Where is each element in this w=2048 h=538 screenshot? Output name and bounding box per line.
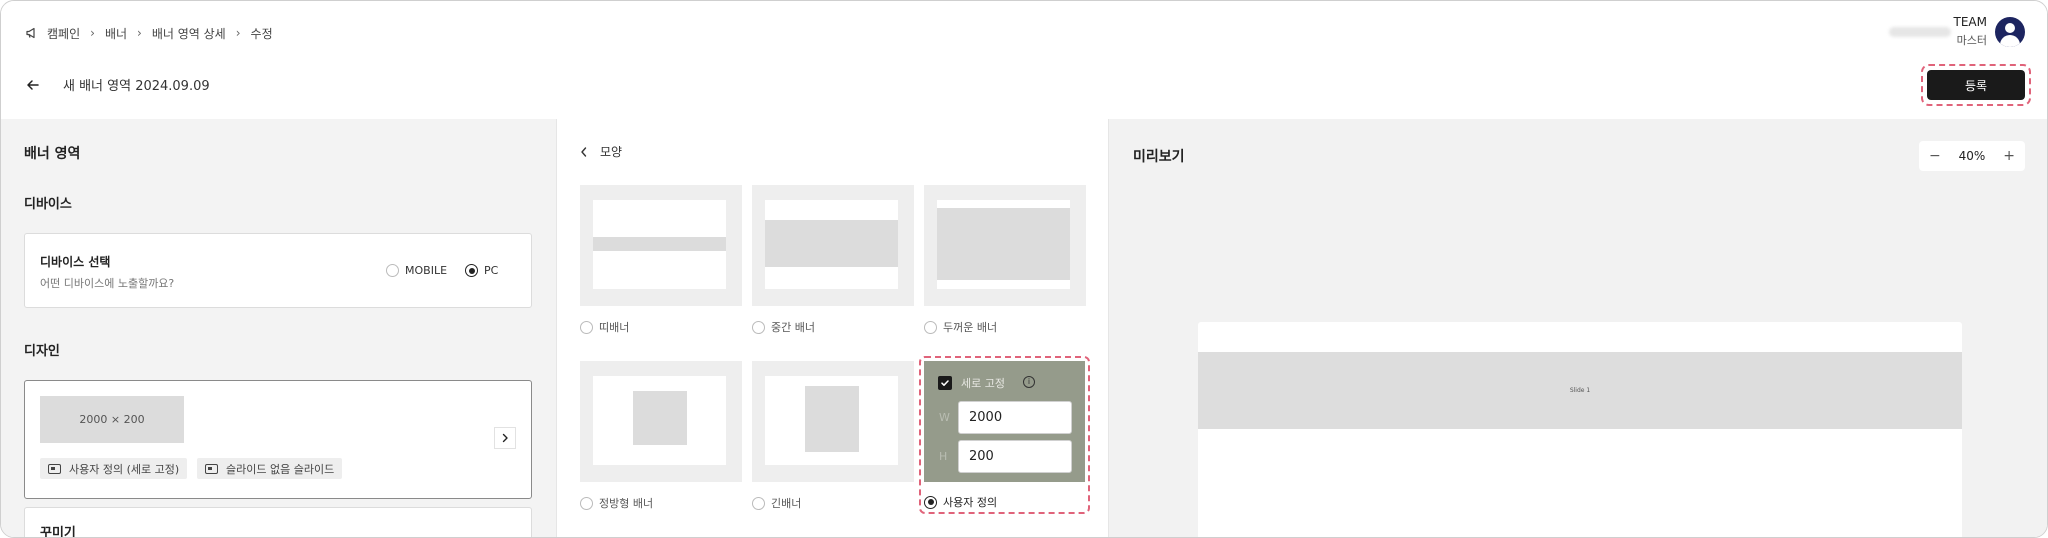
zoom-control: − 40% + — [1919, 141, 2025, 171]
preview-panel: 미리보기 − 40% + Slide 1 — [1109, 119, 2047, 537]
tag-custom-size: 사용자 정의 (세로 고정) — [40, 458, 188, 479]
banner-area-panel: 배너 영역 디바이스 디바이스 선택 어떤 디바이스에 노출할까요? MOBIL… — [1, 119, 556, 538]
chevron-right-icon[interactable] — [494, 427, 516, 449]
device-heading: 디바이스 — [24, 197, 72, 212]
header: 캠페인 › 배너 › 배너 영역 상세 › 수정 새 배너 영역 2024.09… — [1, 1, 2047, 119]
info-icon[interactable]: i — [1023, 376, 1035, 388]
preview-title: 미리보기 — [1133, 149, 1185, 165]
shape-option-thick-banner[interactable]: 두꺼운 배너 — [924, 319, 997, 335]
radio-pc-label: PC — [484, 264, 499, 277]
user-menu[interactable]: TEAM 마스터 — [1888, 15, 2025, 48]
device-card-description: 어떤 디바이스에 노출할까요? — [40, 277, 175, 290]
fixed-height-checkbox[interactable] — [938, 376, 952, 390]
shape-medium-banner[interactable] — [752, 185, 914, 306]
shape-thick-banner[interactable] — [924, 185, 1086, 306]
radio-dot — [924, 320, 937, 334]
tag-slide: 슬라이드 없음 슬라이드 — [197, 458, 343, 479]
radio-dot — [580, 496, 593, 510]
shape-strip-banner[interactable] — [580, 185, 742, 306]
shape-label: 두꺼운 배너 — [943, 321, 998, 334]
shape-option-square-banner[interactable]: 정방형 배너 — [580, 495, 653, 511]
height-label: H — [939, 450, 948, 463]
chevron-right-icon: › — [235, 26, 241, 40]
radio-dot — [752, 320, 765, 334]
shape-heading: 모양 — [600, 145, 623, 159]
breadcrumb: 캠페인 › 배너 › 배너 영역 상세 › 수정 — [25, 23, 273, 43]
tag-label: 슬라이드 없음 슬라이드 — [226, 462, 335, 476]
decor-card[interactable]: 꾸미기 — [24, 507, 532, 538]
role-label: 마스터 — [1956, 34, 1987, 47]
design-heading: 디자인 — [24, 344, 60, 359]
shape-square-banner[interactable] — [580, 361, 742, 482]
shape-label: 긴배너 — [771, 497, 802, 510]
breadcrumb-item-edit: 수정 — [250, 26, 273, 41]
zoom-out-icon[interactable]: − — [1929, 148, 1941, 164]
megaphone-icon — [25, 26, 39, 40]
fixed-height-label: 세로 고정 — [961, 377, 1005, 390]
design-preview-thumbnail: 2000 × 200 — [40, 396, 184, 443]
shape-label: 중간 배너 — [771, 321, 815, 334]
chevron-right-icon: › — [90, 26, 95, 40]
radio-dot — [386, 264, 399, 277]
zoom-in-icon[interactable]: + — [2003, 148, 2015, 164]
shape-label: 정방형 배너 — [599, 497, 654, 510]
avatar[interactable] — [1995, 16, 2025, 47]
shape-label: 띠배너 — [599, 321, 630, 334]
team-label: TEAM — [1953, 15, 1987, 29]
chevron-right-icon: › — [137, 26, 142, 40]
section-title: 배너 영역 — [24, 146, 81, 162]
breadcrumb-item-banner[interactable]: 배너 — [105, 25, 127, 42]
width-label: W — [939, 411, 950, 424]
shape-header: 모양 — [580, 143, 622, 160]
back-arrow-icon[interactable] — [25, 77, 41, 93]
breadcrumb-item-campaign[interactable]: 캠페인 — [47, 25, 80, 42]
preview-slide: Slide 1 — [1198, 352, 1962, 429]
radio-mobile-label: MOBILE — [405, 264, 448, 277]
shape-long-banner[interactable] — [752, 361, 914, 482]
register-button[interactable]: 등록 — [1927, 70, 2025, 100]
device-card-title: 디바이스 선택 — [40, 255, 111, 269]
shape-panel: 모양 띠배너 중간 배너 두꺼운 배너 정방형 배너 긴배너 세로 고정 i W… — [556, 119, 1109, 537]
design-card[interactable]: 2000 × 200 사용자 정의 (세로 고정) 슬라이드 없음 슬라이드 — [24, 380, 532, 499]
height-input[interactable] — [958, 440, 1072, 473]
chevron-left-icon[interactable] — [580, 146, 588, 157]
radio-dot-selected — [924, 495, 937, 509]
preview-canvas: Slide 1 — [1198, 322, 1962, 537]
shape-option-custom[interactable]: 사용자 정의 — [924, 494, 997, 510]
banner-size-icon — [48, 463, 61, 474]
custom-size-panel: 세로 고정 i W H — [924, 361, 1085, 482]
redacted-name — [1888, 26, 1951, 37]
zoom-level: 40% — [1958, 149, 1986, 163]
page-title: 새 배너 영역 2024.09.09 — [63, 79, 210, 94]
radio-mobile[interactable]: MOBILE — [386, 264, 447, 277]
app-window: 캠페인 › 배너 › 배너 영역 상세 › 수정 새 배너 영역 2024.09… — [0, 0, 2048, 538]
radio-dot — [580, 320, 593, 334]
shape-option-medium-banner[interactable]: 중간 배너 — [752, 319, 815, 335]
shape-option-strip-banner[interactable]: 띠배너 — [580, 319, 629, 335]
radio-dot — [752, 496, 765, 510]
device-select-card: 디바이스 선택 어떤 디바이스에 노출할까요? MOBILE PC — [24, 233, 532, 308]
tag-label: 사용자 정의 (세로 고정) — [69, 462, 180, 476]
width-input[interactable] — [958, 401, 1072, 434]
breadcrumb-item-banner-area-detail[interactable]: 배너 영역 상세 — [152, 25, 226, 42]
radio-dot-selected — [465, 264, 479, 277]
shape-option-long-banner[interactable]: 긴배너 — [752, 495, 801, 511]
title-bar: 새 배너 영역 2024.09.09 — [25, 75, 210, 94]
device-radio-group: MOBILE PC — [386, 264, 498, 277]
slide-icon — [205, 463, 218, 474]
decor-heading: 꾸미기 — [40, 526, 76, 538]
radio-pc[interactable]: PC — [465, 264, 498, 277]
shape-label: 사용자 정의 — [943, 496, 998, 509]
